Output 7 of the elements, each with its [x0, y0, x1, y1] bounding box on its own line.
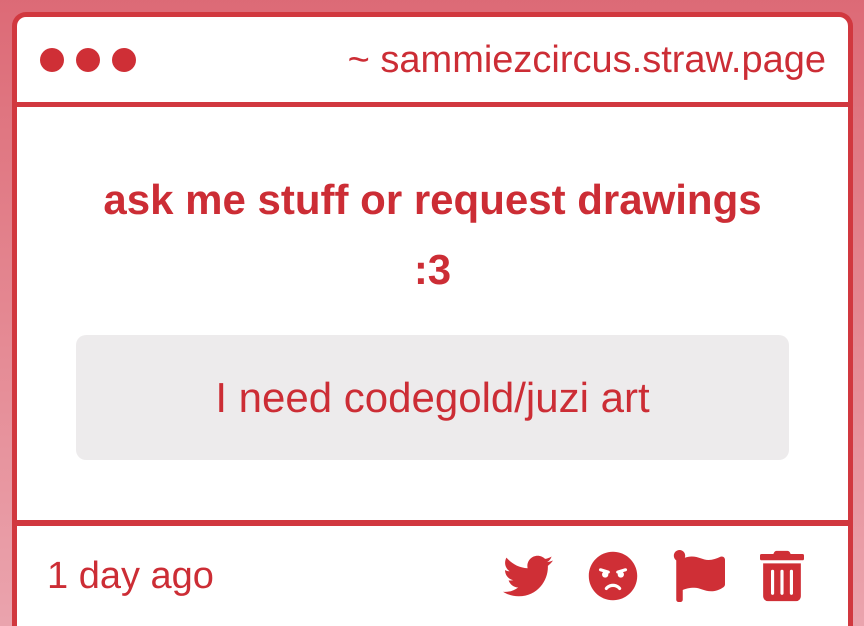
angry-face-icon[interactable] — [588, 551, 638, 601]
trash-icon[interactable] — [760, 550, 804, 602]
address-text: ~ sammiezcircus.straw.page — [348, 40, 826, 78]
prompt-title: ask me stuff or request drawings :3 — [102, 175, 763, 295]
question-text: I need codegold/juzi art — [215, 376, 650, 418]
flag-icon[interactable] — [673, 550, 725, 602]
timestamp: 1 day ago — [47, 557, 214, 595]
